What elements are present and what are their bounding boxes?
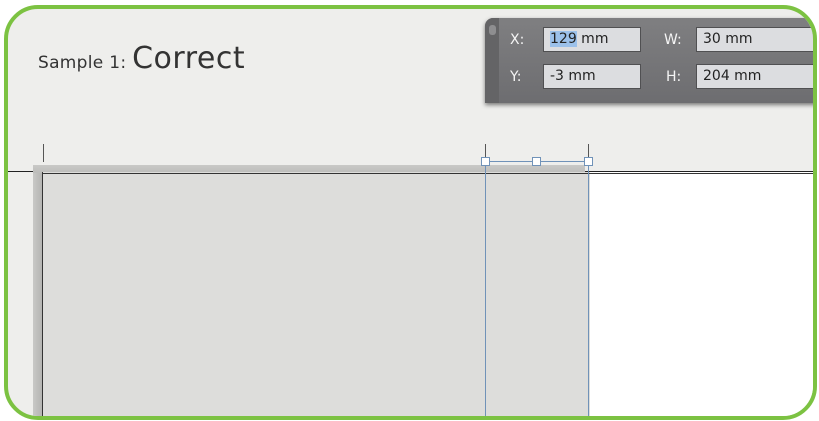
page-shadow	[33, 165, 42, 416]
grip-icon	[489, 25, 496, 35]
measurement-palette: X: 129 mm Y: -3 mm W: 30 mm H: 204 mm	[485, 18, 813, 103]
w-field[interactable]: 30 mm	[696, 27, 813, 52]
w-label: W:	[664, 32, 682, 48]
caption: Sample 1: Correct	[38, 41, 245, 76]
x-value-selected: 129	[550, 31, 577, 47]
h-label: H:	[666, 69, 682, 85]
x-field[interactable]: 129 mm	[543, 27, 641, 52]
caption-word: Correct	[132, 41, 246, 76]
x-label: X:	[510, 32, 525, 48]
ruler-tick	[43, 144, 44, 162]
resize-handle[interactable]	[584, 157, 593, 166]
page-edge	[42, 173, 813, 174]
x-value-unit: mm	[576, 31, 609, 47]
screenshot-frame: Sample 1: Correct X: 129 mm Y: -3 mm W: …	[4, 5, 817, 420]
resize-handle[interactable]	[532, 157, 541, 166]
palette-grip[interactable]	[485, 18, 499, 103]
page-area	[590, 172, 813, 416]
y-label: Y:	[510, 69, 522, 85]
selected-frame[interactable]	[485, 161, 589, 416]
h-field[interactable]: 204 mm	[696, 64, 813, 89]
resize-handle[interactable]	[481, 157, 490, 166]
page-edge	[42, 172, 43, 416]
y-field[interactable]: -3 mm	[543, 64, 641, 89]
caption-prefix: Sample 1:	[38, 53, 133, 73]
